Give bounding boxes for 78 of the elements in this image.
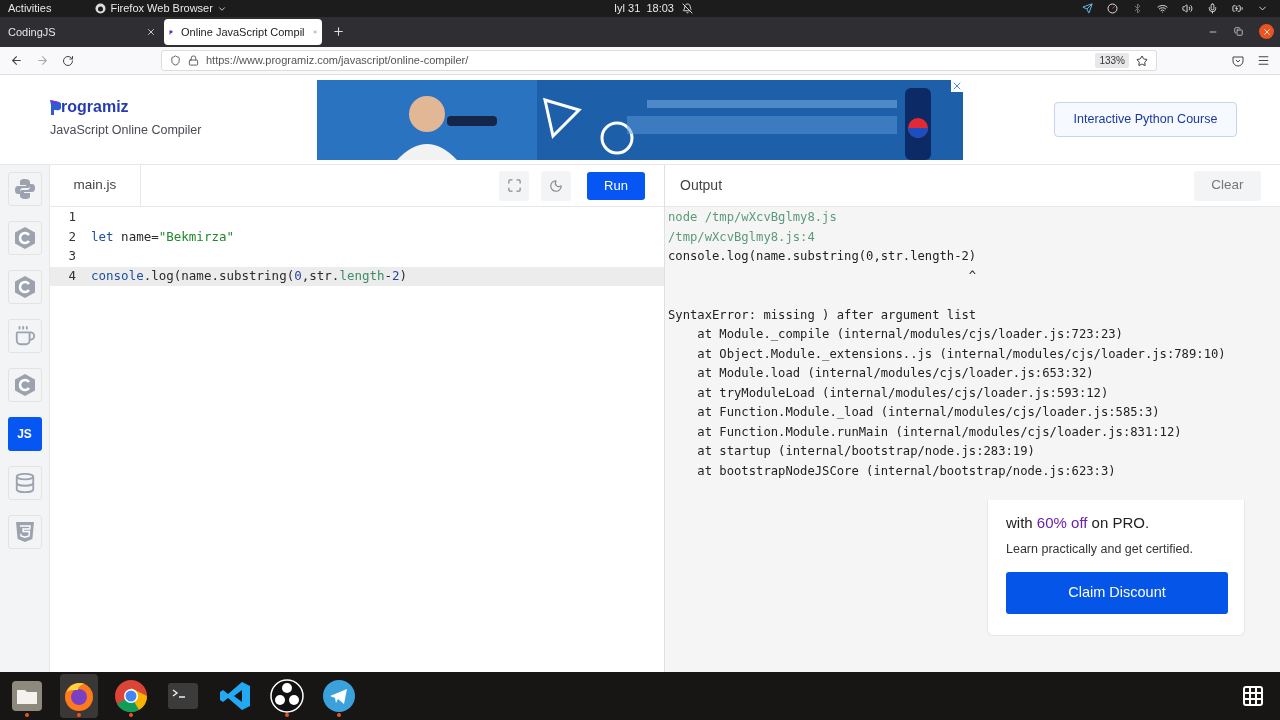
terminal-icon[interactable] [168,683,198,709]
moon-icon [549,178,563,193]
output-line: SyntaxError: missing ) after argument list [668,306,978,324]
wifi-icon[interactable] [1157,3,1168,14]
telegram-tray-icon[interactable] [1082,3,1093,14]
language-button[interactable]: JS [7,417,42,451]
output-line: at tryModuleLoad (internal/modules/cjs/loader.js:593:12) [696,384,1110,402]
bell-off-icon [681,3,693,14]
back-icon[interactable] [10,54,23,67]
tab-title: Online JavaScript Compil [181,24,305,40]
folder-icon[interactable] [12,681,42,711]
bluetooth-icon[interactable] [1132,3,1143,14]
output-line: /tmp/wXcvBglmy8.js:4 [668,228,816,246]
close-icon [1261,26,1272,37]
browser-tab[interactable]: Online JavaScript Compil [164,19,322,45]
line-number: 4 [67,266,76,285]
line-number: 3 [67,247,76,266]
output-line: console.log(name.substring(0,str.length-2) [668,248,978,265]
output-title: Output [680,176,723,195]
app-menu[interactable]: Firefox Web Browser [110,0,213,17]
output-line: node /tmp/wXcvBglmy8.js [668,209,838,226]
lock-icon [188,55,199,66]
java-cup-icon [13,325,36,347]
app-grid-icon[interactable] [1241,684,1265,708]
url-text: https://www.programiz.com/javascript/online-compiler/ [206,53,469,69]
bookmark-star-icon[interactable] [1136,54,1148,67]
browser-tab[interactable]: CodingJS [3,19,161,45]
battery-icon[interactable] [1232,3,1243,14]
obs-icon[interactable] [270,679,304,713]
python-icon [13,178,36,200]
logo-text[interactable]: rogramiz [61,99,129,116]
run-button[interactable]: Run [587,171,645,200]
html5-icon [14,521,35,543]
code-line: console.log(name.substring(0,str.length-2) [91,266,408,285]
database-icon [13,472,36,494]
claim-discount-button[interactable]: Claim Discount [1006,572,1228,615]
microphone-icon[interactable] [1207,3,1218,14]
line-number: 1 [67,208,76,227]
address-field[interactable]: https://www.programiz.com/javascript/online-compiler/ 133% [161,50,1157,71]
line-number: 2 [67,227,76,246]
c-language-icon [13,226,36,250]
tab-title: CodingJS [8,24,57,40]
clock[interactable]: Iyl 31 18:03 [614,0,674,17]
cpp-language-icon [13,275,36,299]
chrome-icon[interactable] [114,679,148,713]
page-subtitle: JavaScript Online Compiler [50,122,203,140]
output-line: ^ [967,267,978,285]
csharp-language-icon [13,373,36,397]
clear-button[interactable]: Clear [1194,170,1261,201]
activities-button[interactable]: Activities [8,0,52,17]
shield-icon [170,55,181,66]
close-window-button[interactable] [1259,24,1274,39]
logo-icon [50,100,61,116]
pocket-icon[interactable] [1232,54,1244,67]
firefox-small-icon [95,3,107,14]
reload-icon[interactable] [62,54,74,67]
close-tab-icon[interactable] [146,27,156,37]
output-line: at Function.Module._load (internal/modules/cjs/loader.js:585:3) [696,404,1161,421]
telegram-icon[interactable] [323,680,355,712]
restore-icon[interactable] [1234,27,1243,36]
course-button[interactable]: Interactive Python Course [1054,102,1237,137]
menu-icon[interactable] [1257,54,1270,67]
output-line: at startup (internal/bootstrap/node.js:283:19) [696,443,1036,460]
promo-note: Learn practically and get certified. [1006,540,1194,558]
firefox-icon[interactable] [63,680,95,712]
output-line: at Object.Module._extensions..js (internal/modules/cjs/loader.js:789:10) [696,345,1227,363]
output-line: at bootstrapNodeJSCore (internal/bootstrap/node.js:623:3) [696,462,1117,480]
output-line: at Module.load (internal/modules/cjs/loader.js:653:32) [696,365,1095,382]
code-line: let name="Bekmirza" [91,227,234,246]
new-tab-icon[interactable] [332,25,345,38]
gauge-icon[interactable] [1107,3,1118,14]
code-editor-icon[interactable] [219,680,251,712]
zoom-level[interactable]: 133% [1095,53,1129,68]
output-line: at Function.Module.runMain (internal/modules/cjs/loader.js:831:12) [696,423,1183,441]
fullscreen-icon [506,178,522,193]
volume-icon[interactable] [1182,3,1193,14]
output-line: at Module._compile (internal/modules/cjs/loader.js:723:23) [696,326,1124,343]
promo-offer: with 60% off on PRO. [1006,513,1151,533]
